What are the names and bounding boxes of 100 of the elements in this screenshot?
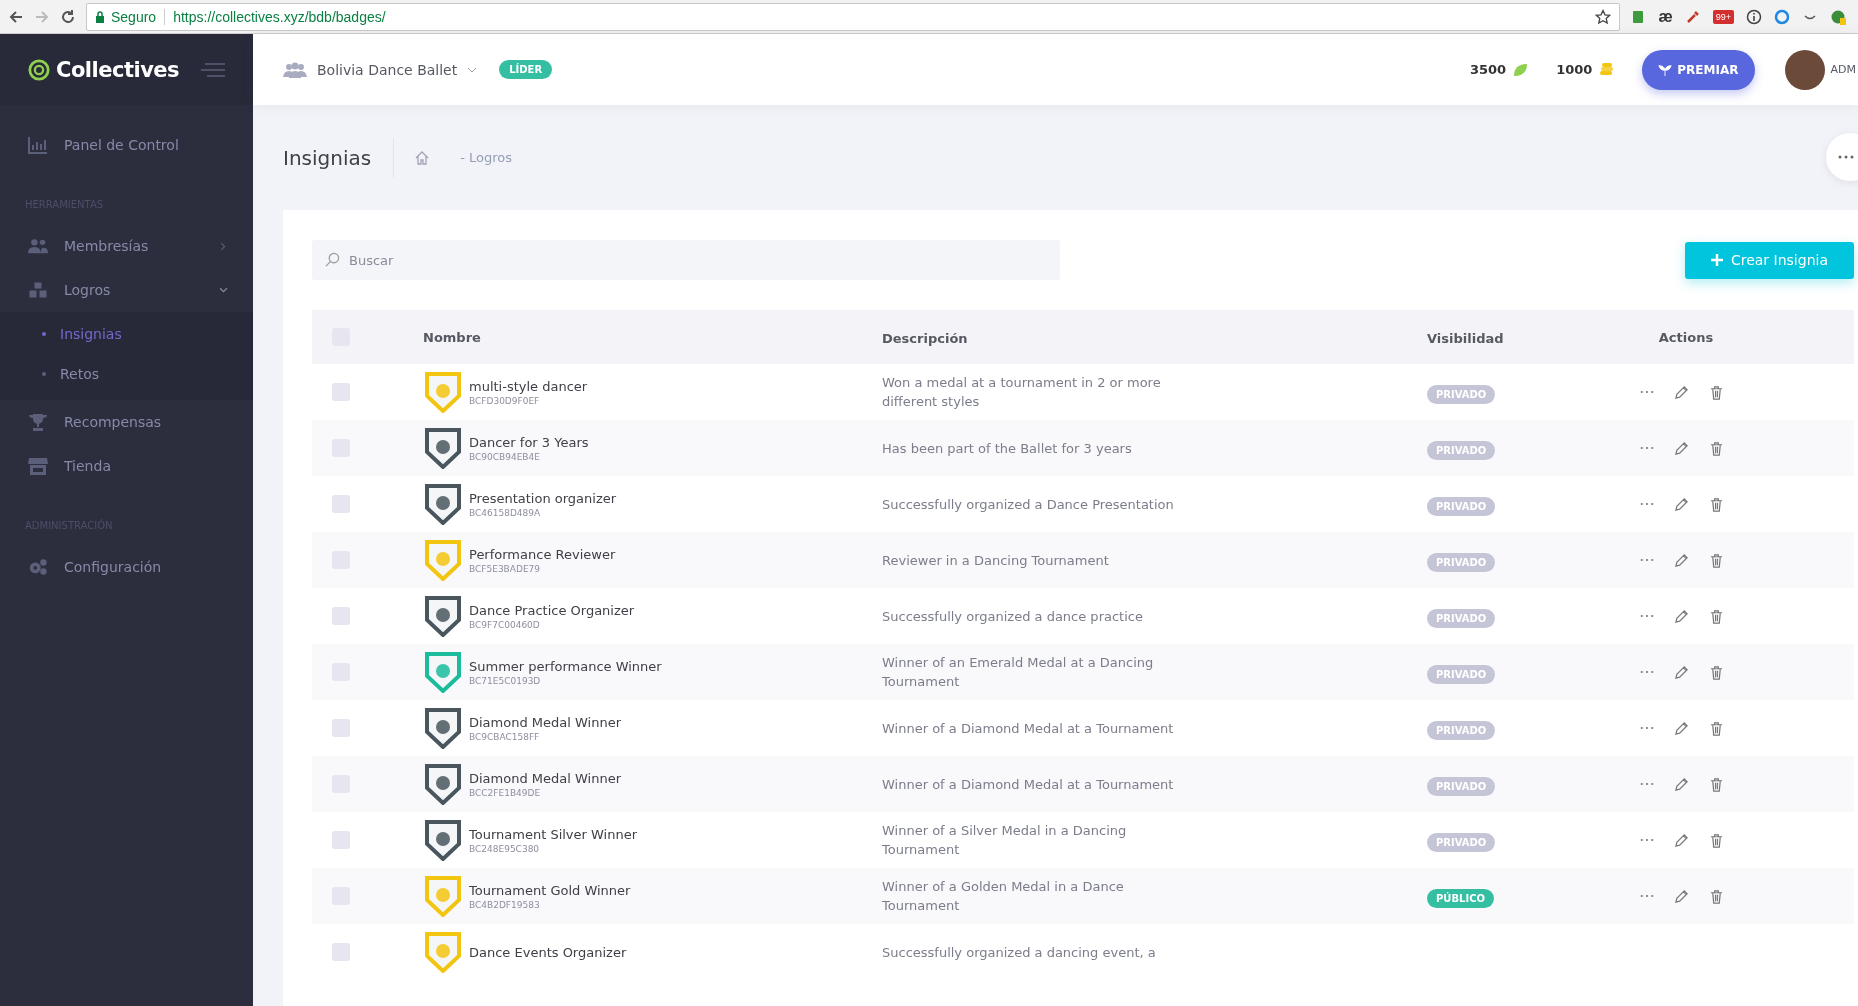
badge-description: Winner of a Golden Medal in a Dance Tournament: [882, 878, 1125, 915]
delete-icon[interactable]: [1709, 496, 1724, 512]
sidebar-item[interactable]: Logros: [0, 268, 253, 312]
visibility-badge: PRIVADO: [1427, 664, 1496, 684]
edit-icon[interactable]: [1674, 496, 1689, 512]
badge-code: BCF5E3BADE79: [469, 563, 541, 574]
delete-icon[interactable]: [1709, 552, 1724, 568]
visibility-badge: PRIVADO: [1427, 496, 1496, 516]
delete-icon[interactable]: [1709, 440, 1724, 456]
menu-icon[interactable]: [201, 61, 225, 78]
breadcrumb-link[interactable]: - Logros: [460, 150, 512, 165]
plant-icon: [1658, 62, 1673, 77]
page-title: Insignias: [283, 145, 373, 170]
badge-code: BC248E95C380: [469, 843, 541, 854]
column-header: Descripción: [882, 330, 968, 346]
column-header: Visibilidad: [1427, 330, 1504, 346]
visibility-badge: PRIVADO: [1427, 552, 1496, 572]
more-icon[interactable]: [1640, 670, 1654, 674]
more-icon[interactable]: [1640, 446, 1654, 450]
edit-icon[interactable]: [1674, 832, 1689, 848]
row-checkbox[interactable]: [332, 831, 350, 849]
edit-icon[interactable]: [1674, 888, 1689, 904]
back-icon[interactable]: [8, 8, 24, 25]
info-icon[interactable]: [1746, 8, 1762, 25]
more-icon[interactable]: [1640, 502, 1654, 506]
badge-description: Winner of a Diamond Medal at a Tournament: [882, 719, 1175, 738]
extension-button[interactable]: æ: [1658, 7, 1673, 26]
trophy-icon: [28, 413, 48, 431]
edit-icon[interactable]: [1674, 440, 1689, 456]
logo-icon: [28, 58, 50, 81]
user-avatar[interactable]: [1784, 49, 1825, 90]
reload-icon[interactable]: [60, 8, 76, 25]
badge-name: Performance Reviewer: [469, 546, 616, 562]
more-icon[interactable]: [1640, 726, 1654, 730]
store-icon: [28, 457, 48, 475]
badge-code: BC46158D489A: [469, 507, 542, 518]
delete-icon[interactable]: [1709, 720, 1724, 736]
more-icon[interactable]: [1640, 390, 1654, 394]
edit-icon[interactable]: [1674, 664, 1689, 680]
search-field[interactable]: Buscar: [312, 240, 1060, 280]
submenu-item[interactable]: Retos: [0, 354, 253, 394]
group-selector[interactable]: Bolivia Dance Ballet: [317, 61, 458, 78]
sidebar-item[interactable]: Membresías: [0, 224, 253, 268]
edit-icon[interactable]: [1674, 384, 1689, 400]
more-icon: [1838, 155, 1854, 159]
delete-icon[interactable]: [1709, 384, 1724, 400]
user-name: ADM: [1830, 63, 1857, 76]
submenu-item[interactable]: Insignias: [0, 314, 253, 354]
edit-icon[interactable]: [1674, 552, 1689, 568]
badge-code: BC71E5C0193D: [469, 675, 542, 686]
column-header: Actions: [1658, 329, 1714, 345]
search-icon: [325, 252, 340, 267]
role-badge: LÍDER: [499, 60, 553, 79]
more-icon[interactable]: [1640, 614, 1654, 618]
delete-icon[interactable]: [1709, 664, 1724, 680]
more-icon[interactable]: [1640, 558, 1654, 562]
row-checkbox[interactable]: [332, 383, 350, 401]
more-icon[interactable]: [1640, 782, 1654, 786]
badge-code: BCFD30D9F0EF: [469, 395, 541, 406]
badge-description: Successfully organized a dance practice: [882, 607, 1144, 626]
row-checkbox[interactable]: [332, 607, 350, 625]
sidebar-item[interactable]: Panel de Control: [0, 123, 253, 167]
row-checkbox[interactable]: [332, 719, 350, 737]
more-icon[interactable]: [1640, 894, 1654, 898]
column-header: Nombre: [423, 329, 481, 345]
star-icon[interactable]: [1595, 8, 1612, 25]
more-icon[interactable]: [1640, 838, 1654, 842]
address-bar[interactable]: Seguro https://collectives.xyz/bdb/badges/: [86, 2, 1621, 31]
badge-name: Presentation organizer: [469, 490, 617, 506]
home-icon[interactable]: [414, 149, 431, 166]
visibility-badge: PRIVADO: [1427, 720, 1496, 740]
row-checkbox[interactable]: [332, 943, 350, 961]
badge-name: Tournament Silver Winner: [469, 826, 638, 842]
delete-icon[interactable]: [1709, 776, 1724, 792]
visibility-badge: PÚBLICO: [1427, 888, 1494, 908]
badge-name: Diamond Medal Winner: [469, 714, 621, 730]
create-badge-button[interactable]: Crear Insignia: [1684, 241, 1854, 279]
bar-chart-icon: [28, 136, 48, 154]
extension-badge[interactable]: 99+: [1712, 9, 1734, 24]
sidebar-item[interactable]: Recompensas: [0, 400, 253, 444]
edit-icon[interactable]: [1674, 608, 1689, 624]
delete-icon[interactable]: [1709, 608, 1724, 624]
award-button[interactable]: PREMIAR: [1642, 49, 1755, 90]
delete-icon[interactable]: [1709, 888, 1724, 904]
badge-description: Won a medal at a tournament in 2 or more different styles: [882, 374, 1162, 411]
sidebar-item[interactable]: Tienda: [0, 444, 253, 488]
badge-name: Diamond Medal Winner: [469, 770, 621, 786]
sidebar-item[interactable]: Configuración: [0, 545, 253, 589]
visibility-badge: PRIVADO: [1427, 440, 1496, 460]
delete-icon[interactable]: [1709, 832, 1724, 848]
visibility-badge: PRIVADO: [1427, 832, 1496, 852]
edit-icon[interactable]: [1674, 720, 1689, 736]
secure-label: Seguro: [111, 8, 157, 25]
row-checkbox[interactable]: [332, 495, 350, 513]
points-count: 3500: [1469, 62, 1507, 77]
badge-code: BC90CB94EB4E: [469, 451, 541, 462]
visibility-badge: PRIVADO: [1427, 384, 1496, 404]
edit-icon[interactable]: [1674, 776, 1689, 792]
chevron-down-icon[interactable]: [467, 66, 478, 73]
badge-name: Tournament Gold Winner: [469, 882, 631, 898]
